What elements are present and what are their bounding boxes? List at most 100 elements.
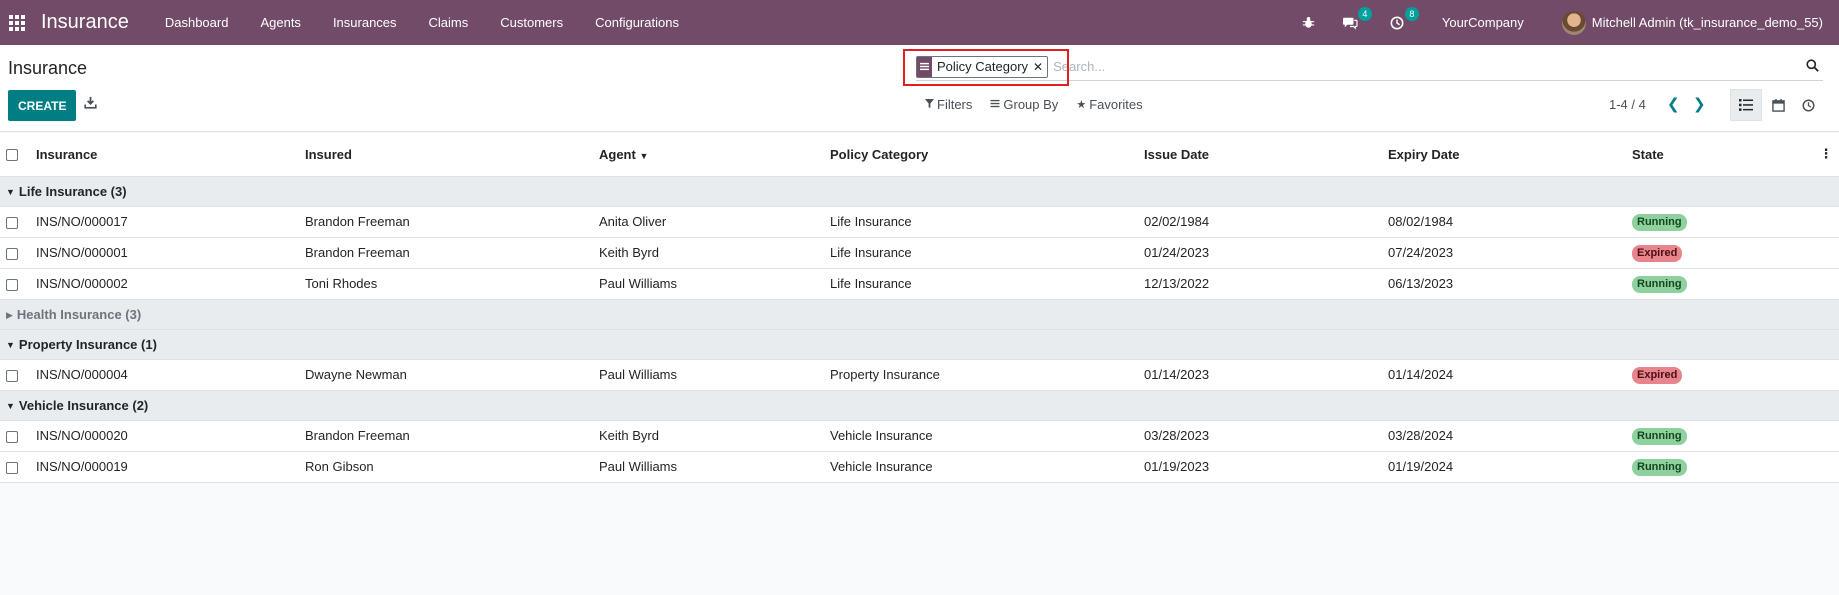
group-header-cell[interactable]: ▶ Health Insurance (3): [0, 299, 1839, 330]
row-checkbox[interactable]: [6, 461, 18, 474]
row-checkbox-cell[interactable]: [0, 237, 30, 269]
issue-date-cell[interactable]: 02/02/1984: [1138, 206, 1382, 238]
column-header-insured[interactable]: Insured: [299, 133, 593, 177]
apps-menu-icon[interactable]: [9, 14, 25, 31]
insured-cell[interactable]: Ron Gibson: [299, 451, 593, 483]
insured-cell[interactable]: Toni Rhodes: [299, 268, 593, 300]
table-row[interactable]: INS/NO/000017 Brandon Freeman Anita Oliver…: [0, 206, 1839, 238]
state-cell[interactable]: Expired: [1626, 359, 1813, 391]
menu-claims[interactable]: Claims: [413, 15, 485, 30]
policy-category-cell[interactable]: Vehicle Insurance: [824, 451, 1138, 483]
state-cell[interactable]: Expired: [1626, 237, 1813, 269]
user-avatar[interactable]: [1561, 10, 1586, 35]
table-row[interactable]: INS/NO/000001 Brandon Freeman Keith Byrd Li…: [0, 237, 1839, 269]
insurance-cell[interactable]: INS/NO/000019: [30, 451, 299, 483]
insurance-cell[interactable]: INS/NO/000002: [30, 268, 299, 300]
issue-date-cell[interactable]: 01/19/2023: [1138, 451, 1382, 483]
pager-previous-icon[interactable]: ❮: [1667, 95, 1680, 113]
app-brand[interactable]: Insurance: [41, 11, 129, 34]
insured-cell[interactable]: Brandon Freeman: [299, 237, 593, 269]
row-checkbox-cell[interactable]: [0, 206, 30, 238]
expiry-date-cell[interactable]: 01/14/2024: [1382, 359, 1626, 391]
table-row[interactable]: INS/NO/000020 Brandon Freeman Keith Byrd Ve…: [0, 420, 1839, 452]
row-checkbox[interactable]: [6, 247, 18, 260]
group-row[interactable]: ▶ Health Insurance (3): [0, 299, 1839, 330]
column-header-insurance[interactable]: Insurance: [30, 133, 299, 177]
row-checkbox[interactable]: [6, 369, 18, 382]
agent-cell[interactable]: Keith Byrd: [593, 420, 824, 452]
column-header-policy-category[interactable]: Policy Category: [824, 133, 1138, 177]
expiry-date-cell[interactable]: 01/19/2024: [1382, 451, 1626, 483]
debug-bug-icon[interactable]: [1299, 13, 1319, 33]
state-cell[interactable]: Running: [1626, 268, 1813, 300]
user-menu[interactable]: Mitchell Admin (tk_insurance_demo_55): [1592, 15, 1823, 30]
pager-value[interactable]: 1-4 / 4: [1609, 97, 1646, 112]
row-checkbox[interactable]: [6, 278, 18, 291]
expiry-date-cell[interactable]: 08/02/1984: [1382, 206, 1626, 238]
menu-configurations[interactable]: Configurations: [579, 15, 695, 30]
issue-date-cell[interactable]: 03/28/2023: [1138, 420, 1382, 452]
page-title[interactable]: Insurance: [8, 58, 87, 79]
row-checkbox[interactable]: [6, 216, 18, 229]
row-checkbox-cell[interactable]: [0, 420, 30, 452]
state-cell[interactable]: Running: [1626, 206, 1813, 238]
menu-agents[interactable]: Agents: [244, 15, 316, 30]
calendar-view-icon[interactable]: [1762, 89, 1794, 121]
state-cell[interactable]: Running: [1626, 420, 1813, 452]
search-facet[interactable]: Policy Category ✕: [916, 55, 1049, 78]
expiry-date-cell[interactable]: 07/24/2023: [1382, 237, 1626, 269]
column-header-issue-date[interactable]: Issue Date: [1138, 133, 1382, 177]
group-row[interactable]: ▼ Life Insurance (3): [0, 176, 1839, 207]
favorites-dropdown[interactable]: ★ Favorites: [1076, 97, 1142, 112]
select-all-checkbox[interactable]: [6, 149, 18, 162]
search-input[interactable]: [1053, 59, 1774, 74]
activity-clock-icon[interactable]: 8: [1387, 6, 1419, 33]
facet-remove-icon[interactable]: ✕: [1033, 60, 1047, 74]
insured-cell[interactable]: Brandon Freeman: [299, 420, 593, 452]
group-row[interactable]: ▼ Vehicle Insurance (2): [0, 390, 1839, 421]
agent-cell[interactable]: Keith Byrd: [593, 237, 824, 269]
agent-cell[interactable]: Paul Williams: [593, 451, 824, 483]
column-header-expiry-date[interactable]: Expiry Date: [1382, 133, 1626, 177]
column-header-agent[interactable]: Agent ▼: [593, 133, 824, 177]
expiry-date-cell[interactable]: 03/28/2024: [1382, 420, 1626, 452]
list-view-icon[interactable]: [1730, 89, 1762, 121]
group-header-cell[interactable]: ▼ Life Insurance (3): [0, 176, 1839, 207]
company-switcher[interactable]: YourCompany: [1442, 15, 1524, 30]
issue-date-cell[interactable]: 12/13/2022: [1138, 268, 1382, 300]
filters-dropdown[interactable]: Filters: [925, 97, 972, 112]
policy-category-cell[interactable]: Life Insurance: [824, 268, 1138, 300]
insurance-cell[interactable]: INS/NO/000020: [30, 420, 299, 452]
optional-columns-kebab-icon[interactable]: ⋮: [1813, 133, 1839, 177]
group-header-cell[interactable]: ▼ Vehicle Insurance (2): [0, 390, 1839, 421]
policy-category-cell[interactable]: Life Insurance: [824, 206, 1138, 238]
agent-cell[interactable]: Paul Williams: [593, 268, 824, 300]
row-checkbox[interactable]: [6, 430, 18, 443]
group-header-cell[interactable]: ▼ Property Insurance (1): [0, 329, 1839, 360]
expiry-date-cell[interactable]: 06/13/2023: [1382, 268, 1626, 300]
state-cell[interactable]: Running: [1626, 451, 1813, 483]
insured-cell[interactable]: Dwayne Newman: [299, 359, 593, 391]
table-row[interactable]: INS/NO/000004 Dwayne Newman Paul Williams P…: [0, 359, 1839, 391]
download-icon[interactable]: [84, 96, 97, 112]
row-checkbox-cell[interactable]: [0, 359, 30, 391]
agent-cell[interactable]: Anita Oliver: [593, 206, 824, 238]
insurance-cell[interactable]: INS/NO/000001: [30, 237, 299, 269]
select-all-checkbox-cell[interactable]: [0, 133, 30, 177]
table-row[interactable]: INS/NO/000019 Ron Gibson Paul Williams Vehi…: [0, 451, 1839, 483]
menu-dashboard[interactable]: Dashboard: [149, 15, 245, 30]
menu-insurances[interactable]: Insurances: [317, 15, 413, 30]
policy-category-cell[interactable]: Vehicle Insurance: [824, 420, 1138, 452]
pager-next-icon[interactable]: ❯: [1693, 95, 1706, 113]
insurance-cell[interactable]: INS/NO/000017: [30, 206, 299, 238]
row-checkbox-cell[interactable]: [0, 451, 30, 483]
issue-date-cell[interactable]: 01/24/2023: [1138, 237, 1382, 269]
activity-view-icon[interactable]: [1792, 89, 1824, 121]
policy-category-cell[interactable]: Life Insurance: [824, 237, 1138, 269]
insured-cell[interactable]: Brandon Freeman: [299, 206, 593, 238]
row-checkbox-cell[interactable]: [0, 268, 30, 300]
issue-date-cell[interactable]: 01/14/2023: [1138, 359, 1382, 391]
agent-cell[interactable]: Paul Williams: [593, 359, 824, 391]
policy-category-cell[interactable]: Property Insurance: [824, 359, 1138, 391]
search-icon[interactable]: [1806, 59, 1819, 75]
